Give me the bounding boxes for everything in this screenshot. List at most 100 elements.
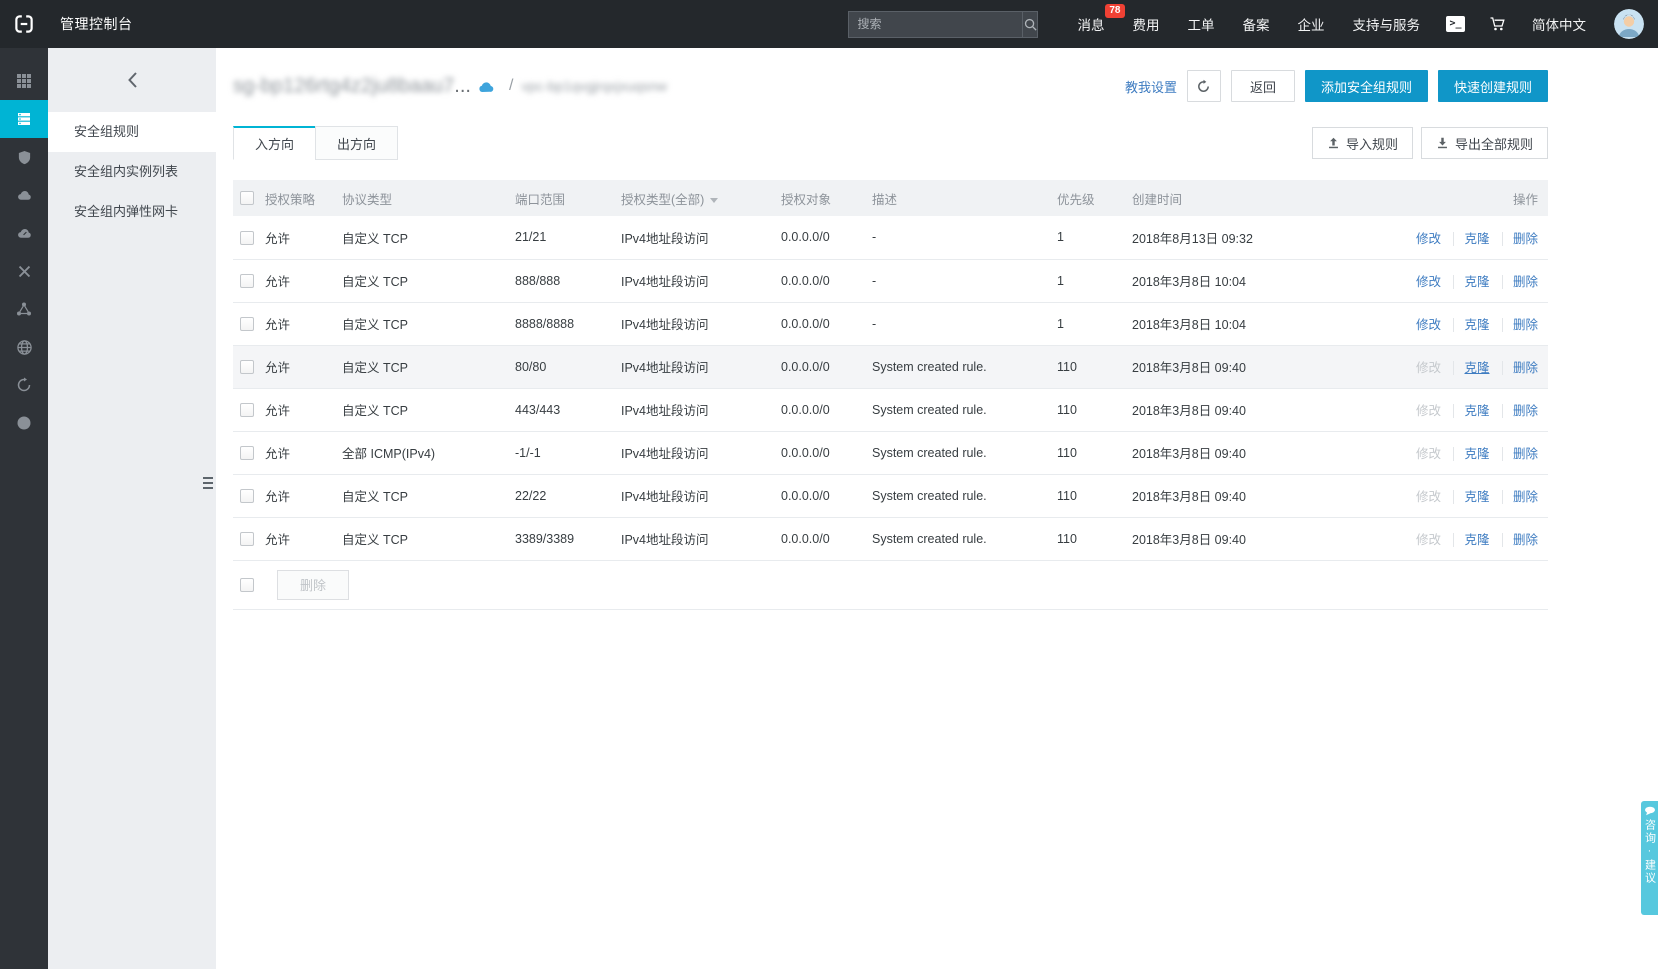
security-shield-icon[interactable] xyxy=(0,138,48,176)
clone-link[interactable]: 克隆 xyxy=(1453,490,1489,504)
modify-link[interactable]: 修改 xyxy=(1416,404,1441,418)
clone-link[interactable]: 克隆 xyxy=(1453,275,1489,289)
cloudshell-icon[interactable]: >_ xyxy=(1446,16,1465,32)
product-icon-rail xyxy=(0,48,48,969)
cloud-edit-icon[interactable] xyxy=(478,80,494,93)
delete-link[interactable]: 删除 xyxy=(1502,447,1538,461)
batch-delete-button[interactable]: 删除 xyxy=(277,570,349,600)
select-all-checkbox[interactable] xyxy=(240,191,254,205)
cell-policy: 允许 xyxy=(263,345,340,388)
row-checkbox[interactable] xyxy=(240,317,254,331)
user-avatar[interactable] xyxy=(1614,9,1644,39)
cloud-storage-icon[interactable] xyxy=(0,176,48,214)
cdn-cycle-icon[interactable] xyxy=(0,366,48,404)
nav-tickets[interactable]: 工单 xyxy=(1188,14,1215,34)
globe-network-icon[interactable] xyxy=(0,328,48,366)
modify-link[interactable]: 修改 xyxy=(1416,318,1441,332)
node-cluster-icon[interactable] xyxy=(0,290,48,328)
sidebar-item-enis-in-group[interactable]: 安全组内弹性网卡 xyxy=(48,192,216,232)
nav-enterprise[interactable]: 企业 xyxy=(1298,14,1325,34)
cell-port-range: -1/-1 xyxy=(513,431,619,474)
cell-protocol: 自定义 TCP xyxy=(340,259,513,302)
cart-icon[interactable] xyxy=(1489,16,1506,32)
nav-icp[interactable]: 备案 xyxy=(1243,14,1270,34)
cloud-network-icon[interactable] xyxy=(0,214,48,252)
cell-policy: 允许 xyxy=(263,302,340,345)
clone-link[interactable]: 克隆 xyxy=(1453,318,1489,332)
tab-outbound[interactable]: 出方向 xyxy=(315,126,398,160)
cell-priority: 110 xyxy=(1055,517,1130,560)
import-rules-button[interactable]: 导入规则 xyxy=(1312,127,1413,159)
clone-link[interactable]: 克隆 xyxy=(1453,361,1489,375)
cell-description: System created rule. xyxy=(870,431,1055,474)
cell-auth-type: IPv4地址段访问 xyxy=(619,517,779,560)
cell-target: 0.0.0.0/0 xyxy=(779,388,870,431)
refresh-button[interactable] xyxy=(1187,70,1221,102)
refresh-icon xyxy=(1196,79,1211,94)
cell-priority: 1 xyxy=(1055,259,1130,302)
cell-policy: 允许 xyxy=(263,388,340,431)
row-checkbox[interactable] xyxy=(240,403,254,417)
sidebar-drag-handle[interactable] xyxy=(203,470,218,496)
col-priority: 优先级 xyxy=(1055,180,1130,216)
cell-created-time: 2018年3月8日 09:40 xyxy=(1130,474,1350,517)
table-header-row: 授权策略 协议类型 端口范围 授权类型(全部) 授权对象 描述 优先级 创建时间… xyxy=(233,180,1548,216)
clone-link[interactable]: 克隆 xyxy=(1453,404,1489,418)
apps-grid-icon[interactable] xyxy=(0,62,48,100)
status-circle-icon[interactable] xyxy=(0,404,48,442)
delete-link[interactable]: 删除 xyxy=(1502,275,1538,289)
row-checkbox[interactable] xyxy=(240,446,254,460)
tab-inbound[interactable]: 入方向 xyxy=(233,126,316,160)
row-checkbox[interactable] xyxy=(240,532,254,546)
cross-service-icon[interactable] xyxy=(0,252,48,290)
sidebar-collapse-button[interactable] xyxy=(48,48,216,112)
table-row: 允许 自定义 TCP 21/21 IPv4地址段访问 0.0.0.0/0 - 1… xyxy=(233,216,1548,259)
row-checkbox[interactable] xyxy=(240,489,254,503)
add-security-group-rule-button[interactable]: 添加安全组规则 xyxy=(1305,70,1428,102)
delete-link[interactable]: 删除 xyxy=(1502,533,1538,547)
nav-support[interactable]: 支持与服务 xyxy=(1353,14,1421,34)
cell-created-time: 2018年8月13日 09:32 xyxy=(1130,216,1350,259)
delete-link[interactable]: 删除 xyxy=(1502,490,1538,504)
alibaba-cloud-logo-icon[interactable] xyxy=(0,0,48,48)
nav-billing[interactable]: 费用 xyxy=(1133,14,1160,34)
ecs-instances-icon[interactable] xyxy=(0,100,48,138)
footer-checkbox[interactable] xyxy=(240,578,254,592)
delete-link[interactable]: 删除 xyxy=(1502,361,1538,375)
sidebar-item-security-group-rules[interactable]: 安全组规则 xyxy=(48,112,216,152)
path-separator: / xyxy=(509,77,513,95)
clone-link[interactable]: 克隆 xyxy=(1453,447,1489,461)
title-ellipsis: ... xyxy=(454,75,471,98)
nav-messages[interactable]: 消息 78 xyxy=(1078,14,1105,34)
clone-link[interactable]: 克隆 xyxy=(1453,232,1489,246)
quick-create-rule-button[interactable]: 快速创建规则 xyxy=(1438,70,1548,102)
row-checkbox[interactable] xyxy=(240,360,254,374)
back-button[interactable]: 返回 xyxy=(1231,70,1295,102)
row-checkbox[interactable] xyxy=(240,231,254,245)
cell-port-range: 443/443 xyxy=(513,388,619,431)
sidebar-item-instances-in-group[interactable]: 安全组内实例列表 xyxy=(48,152,216,192)
delete-link[interactable]: 删除 xyxy=(1502,404,1538,418)
teach-me-setup-link[interactable]: 教我设置 xyxy=(1125,77,1177,96)
feedback-float-tab[interactable]: 咨询·建议 xyxy=(1641,801,1658,915)
search-input[interactable] xyxy=(849,17,1022,31)
col-description: 描述 xyxy=(870,180,1055,216)
export-all-rules-button[interactable]: 导出全部规则 xyxy=(1421,127,1548,159)
vpc-name-masked: vpc-bp1qvgjrqxjxuqsnw xyxy=(521,78,667,94)
row-checkbox[interactable] xyxy=(240,274,254,288)
search-icon[interactable] xyxy=(1022,12,1038,37)
col-auth-type[interactable]: 授权类型(全部) xyxy=(619,180,779,216)
cell-priority: 1 xyxy=(1055,216,1130,259)
col-protocol: 协议类型 xyxy=(340,180,513,216)
modify-link[interactable]: 修改 xyxy=(1416,361,1441,375)
delete-link[interactable]: 删除 xyxy=(1502,318,1538,332)
modify-link[interactable]: 修改 xyxy=(1416,490,1441,504)
language-switcher[interactable]: 简体中文 xyxy=(1532,14,1586,34)
delete-link[interactable]: 删除 xyxy=(1502,232,1538,246)
modify-link[interactable]: 修改 xyxy=(1416,232,1441,246)
clone-link[interactable]: 克隆 xyxy=(1453,533,1489,547)
modify-link[interactable]: 修改 xyxy=(1416,533,1441,547)
cell-policy: 允许 xyxy=(263,216,340,259)
modify-link[interactable]: 修改 xyxy=(1416,447,1441,461)
modify-link[interactable]: 修改 xyxy=(1416,275,1441,289)
